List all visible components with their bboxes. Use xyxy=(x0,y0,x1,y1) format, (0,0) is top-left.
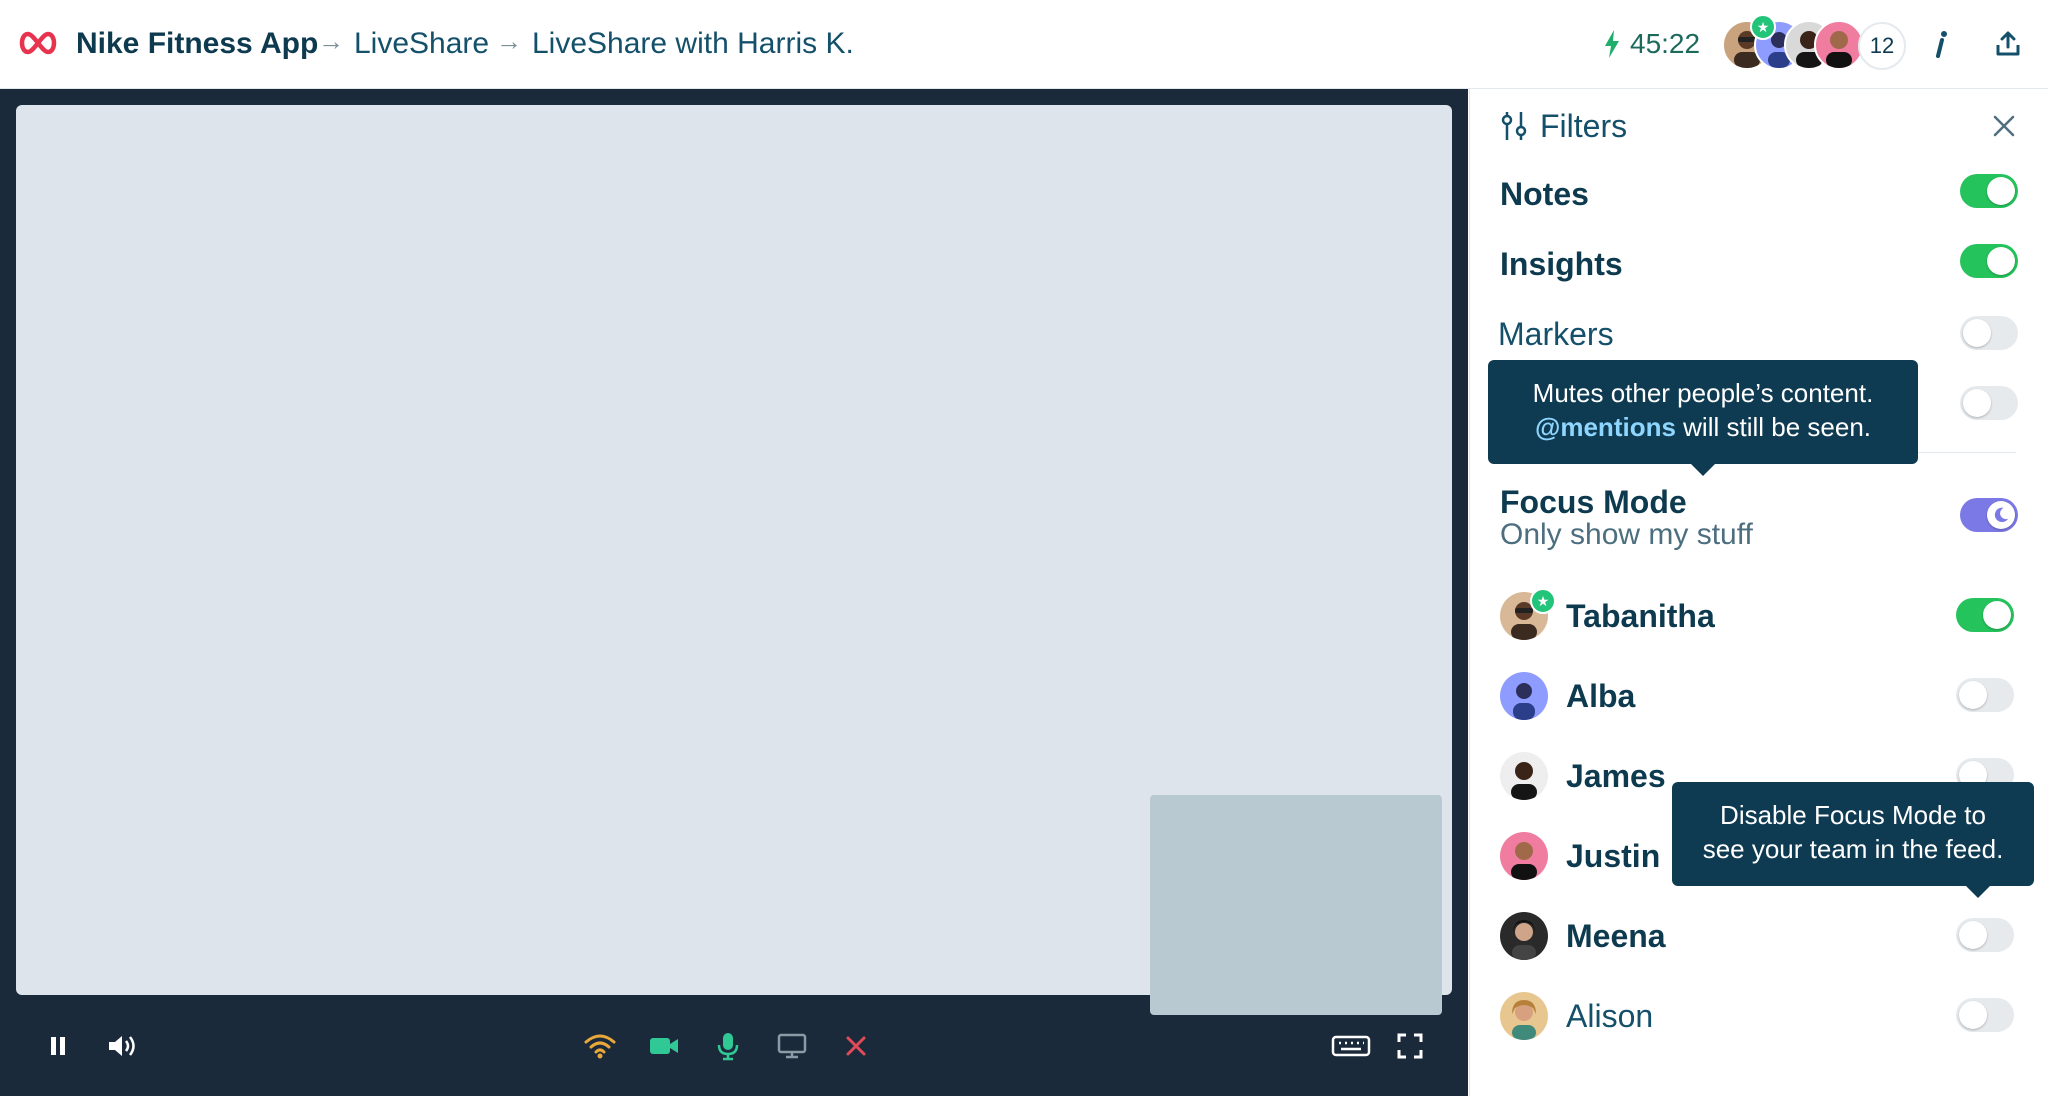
video-stage xyxy=(0,89,1468,1096)
fullscreen-icon xyxy=(1397,1033,1423,1059)
mute-tooltip-line1: Mutes other people’s content. xyxy=(1532,378,1874,408)
person-name-alison: Alison xyxy=(1566,998,1654,1034)
keyboard-shortcuts-button[interactable] xyxy=(1326,1024,1376,1068)
breadcrumb-separator-icon: → xyxy=(496,26,522,56)
tabanitha-toggle[interactable] xyxy=(1956,598,2014,632)
fullscreen-button[interactable] xyxy=(1388,1024,1432,1068)
connection-status[interactable] xyxy=(578,1024,622,1068)
person-name-alba: Alba xyxy=(1566,678,1636,714)
mute-tooltip: Mutes other people’s content. @mentions … xyxy=(1488,360,1918,476)
info-icon[interactable] xyxy=(1922,24,1962,64)
breadcrumb-liveshare[interactable]: LiveShare xyxy=(354,24,489,64)
avatar-james xyxy=(1500,752,1548,800)
monitor-icon xyxy=(777,1033,807,1059)
focus-mode-tooltip: Disable Focus Mode to see your team in t… xyxy=(1672,782,2034,898)
focus-mode-title: Focus Mode xyxy=(1500,484,1687,520)
end-call-button[interactable] xyxy=(834,1024,878,1068)
screen-share-button[interactable] xyxy=(770,1024,814,1068)
person-name-tabanitha: Tabanitha xyxy=(1566,598,1715,634)
avatar-alison xyxy=(1500,992,1548,1040)
mute-tooltip-line2: @mentions will still be seen. xyxy=(1488,410,1918,444)
avatar-meena xyxy=(1500,912,1548,960)
focus-mode-toggle[interactable] xyxy=(1960,498,2018,532)
markers-toggle[interactable] xyxy=(1960,316,2018,350)
mentions-link: @mentions xyxy=(1535,412,1676,442)
breadcrumb-current-session: LiveShare with Harris K. xyxy=(532,27,854,60)
filter-label-insights: Insights xyxy=(1500,246,1623,282)
avatar[interactable] xyxy=(1814,20,1864,70)
self-view-video[interactable] xyxy=(1150,795,1442,1015)
focus-mode-subtitle: Only show my stuff xyxy=(1500,518,1753,551)
wifi-icon xyxy=(584,1034,616,1059)
participant-count-badge[interactable]: 12 xyxy=(1858,22,1906,70)
avatar-alba xyxy=(1500,672,1548,720)
filter-label-markers: Markers xyxy=(1498,316,1614,352)
filter-label-notes: Notes xyxy=(1500,176,1589,212)
meena-toggle[interactable] xyxy=(1956,918,2014,952)
pause-button[interactable] xyxy=(36,1024,80,1068)
star-badge-icon: ★ xyxy=(1750,14,1776,40)
close-icon[interactable] xyxy=(1984,106,2024,146)
person-name-james: James xyxy=(1566,758,1666,794)
person-name-justin: Justin xyxy=(1566,838,1661,874)
speaker-icon xyxy=(109,1036,135,1056)
lightning-bolt-icon xyxy=(1605,30,1619,58)
person-name-meena: Meena xyxy=(1566,918,1666,954)
alison-toggle[interactable] xyxy=(1956,998,2014,1032)
close-icon xyxy=(846,1036,866,1056)
breadcrumb-app-name[interactable]: Nike Fitness App xyxy=(76,24,318,64)
moon-icon xyxy=(1994,507,2009,523)
focus-tooltip-line2: see your team in the feed. xyxy=(1702,834,2004,864)
pause-icon xyxy=(51,1037,65,1055)
infinity-logo-icon[interactable] xyxy=(16,30,60,56)
insights-toggle[interactable] xyxy=(1960,244,2018,278)
camera-button[interactable] xyxy=(642,1024,686,1068)
volume-button[interactable] xyxy=(100,1024,144,1068)
mute-others-toggle[interactable] xyxy=(1960,386,2018,420)
share-icon[interactable] xyxy=(1988,24,2028,64)
timer-value: 45:22 xyxy=(1630,28,1701,59)
breadcrumb-separator-icon: → xyxy=(318,26,344,56)
keyboard-icon xyxy=(1331,1035,1371,1057)
mute-tooltip-line2-rest: will still be seen. xyxy=(1675,412,1871,442)
video-camera-icon xyxy=(650,1038,678,1054)
avatar-justin xyxy=(1500,832,1548,880)
microphone-button[interactable] xyxy=(706,1024,750,1068)
microphone-icon xyxy=(717,1033,739,1061)
session-timer: 45:22 xyxy=(1602,24,1700,64)
star-badge-icon: ★ xyxy=(1530,588,1556,614)
sliders-icon xyxy=(1501,112,1527,140)
alba-toggle[interactable] xyxy=(1956,678,2014,712)
filters-header: Filters xyxy=(1500,104,1627,148)
filters-title: Filters xyxy=(1540,107,1628,144)
notes-toggle[interactable] xyxy=(1960,174,2018,208)
focus-tooltip-line1: Disable Focus Mode to xyxy=(1720,800,1986,830)
